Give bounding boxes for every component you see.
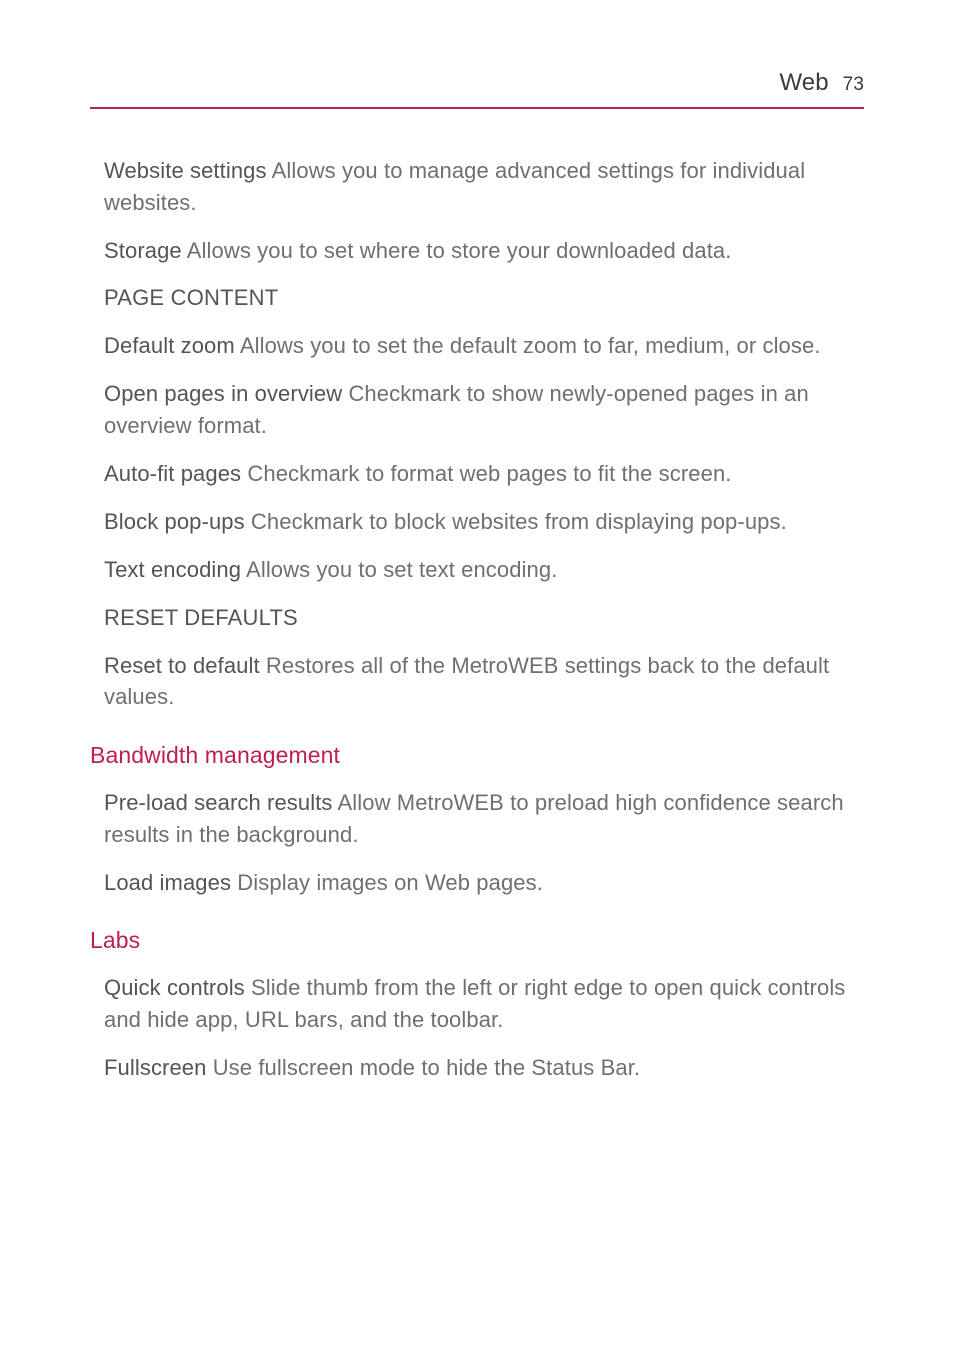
header-page-number: 73 bbox=[843, 71, 864, 99]
item-label: Default zoom bbox=[104, 333, 235, 358]
item-fullscreen: Fullscreen Use fullscreen mode to hide t… bbox=[104, 1052, 864, 1084]
item-desc: Allows you to set text encoding. bbox=[241, 557, 557, 582]
running-header: Web 73 bbox=[90, 66, 864, 109]
item-load-images: Load images Display images on Web pages. bbox=[104, 867, 864, 899]
item-text-encoding: Text encoding Allows you to set text enc… bbox=[104, 554, 864, 586]
item-preload-search: Pre-load search results Allow MetroWEB t… bbox=[104, 787, 864, 851]
item-open-overview: Open pages in overview Checkmark to show… bbox=[104, 378, 864, 442]
item-storage: Storage Allows you to set where to store… bbox=[104, 235, 864, 267]
item-label: Pre-load search results bbox=[104, 790, 333, 815]
item-label: Block pop-ups bbox=[104, 509, 245, 534]
bandwidth-block: Pre-load search results Allow MetroWEB t… bbox=[90, 787, 864, 899]
content-block: Website settings Allows you to manage ad… bbox=[90, 155, 864, 714]
section-heading-bandwidth: Bandwidth management bbox=[90, 739, 864, 772]
item-label: Open pages in overview bbox=[104, 381, 342, 406]
item-desc: Checkmark to block websites from display… bbox=[245, 509, 787, 534]
item-block-popups: Block pop-ups Checkmark to block website… bbox=[104, 506, 864, 538]
subhead-page-content: PAGE CONTENT bbox=[104, 282, 864, 314]
item-quick-controls: Quick controls Slide thumb from the left… bbox=[104, 972, 864, 1036]
item-label: Quick controls bbox=[104, 975, 245, 1000]
item-label: Storage bbox=[104, 238, 182, 263]
page: Web 73 Website settings Allows you to ma… bbox=[0, 0, 954, 1372]
item-reset-default: Reset to default Restores all of the Met… bbox=[104, 650, 864, 714]
item-website-settings: Website settings Allows you to manage ad… bbox=[104, 155, 864, 219]
item-auto-fit: Auto-fit pages Checkmark to format web p… bbox=[104, 458, 864, 490]
item-label: Load images bbox=[104, 870, 231, 895]
item-desc: Allows you to set the default zoom to fa… bbox=[235, 333, 821, 358]
header-section-title: Web bbox=[779, 66, 828, 101]
item-label: Reset to default bbox=[104, 653, 260, 678]
section-heading-labs: Labs bbox=[90, 924, 864, 957]
item-desc: Display images on Web pages. bbox=[231, 870, 543, 895]
item-desc: Checkmark to format web pages to fit the… bbox=[241, 461, 731, 486]
labs-block: Quick controls Slide thumb from the left… bbox=[90, 972, 864, 1084]
item-desc: Use fullscreen mode to hide the Status B… bbox=[206, 1055, 640, 1080]
subhead-reset-defaults: RESET DEFAULTS bbox=[104, 602, 864, 634]
item-label: Website settings bbox=[104, 158, 267, 183]
item-label: Fullscreen bbox=[104, 1055, 206, 1080]
item-label: Auto-fit pages bbox=[104, 461, 241, 486]
item-label: Text encoding bbox=[104, 557, 241, 582]
item-default-zoom: Default zoom Allows you to set the defau… bbox=[104, 330, 864, 362]
item-desc: Allows you to set where to store your do… bbox=[182, 238, 732, 263]
